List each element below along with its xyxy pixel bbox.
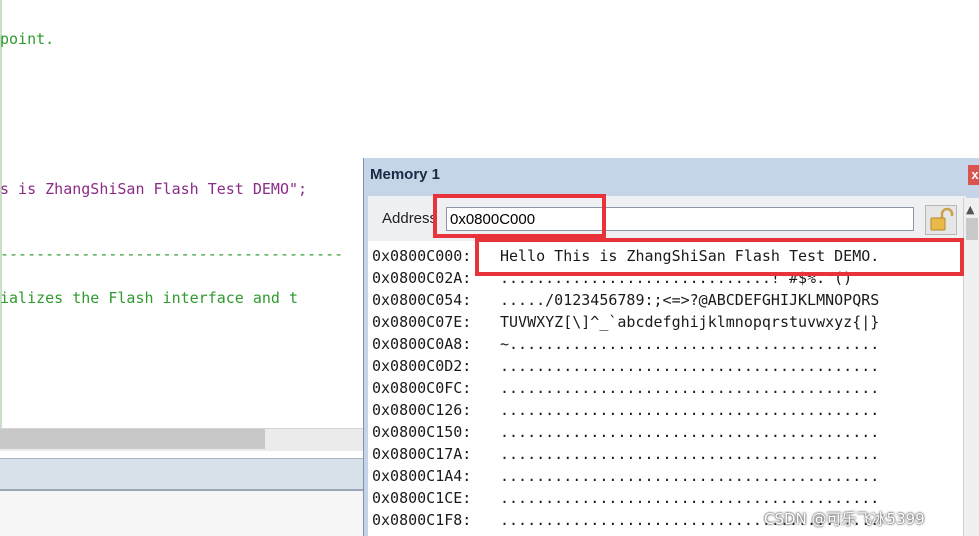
memory-row-data: ........................................… (500, 379, 880, 397)
memory-row-address: 0x0800C1F8: (372, 511, 472, 529)
memory-row: 0x0800C0A8: ~............................… (372, 335, 879, 353)
memory-row-address: 0x0800C17A: (372, 445, 472, 463)
memory-row-data: ........................................… (500, 401, 880, 419)
lock-icon (930, 207, 954, 231)
close-button[interactable]: x (968, 165, 979, 185)
memory-scroll-thumb[interactable] (966, 218, 978, 240)
scroll-up-arrow-icon[interactable]: ▲ (966, 203, 974, 216)
memory-row-address: 0x0800C0A8: (372, 335, 472, 353)
code-line: -------------------------------------- (0, 245, 344, 263)
memory-row-address: 0x0800C07E: (372, 313, 472, 331)
code-line: point. (0, 30, 55, 48)
memory-row-data: ........................................… (500, 467, 880, 485)
memory-row-data: ........................................… (500, 423, 880, 441)
code-line: ializes the Flash interface and t (0, 289, 299, 307)
address-highlight-box (433, 194, 606, 238)
memory-row: 0x0800C1CE:.............................… (372, 489, 879, 507)
memory-vertical-scrollbar[interactable] (963, 198, 979, 536)
code-line: s is ZhangShiSan Flash Test DEMO"; (0, 180, 308, 198)
memory-row: 0x0800C0D2:.............................… (372, 357, 879, 375)
memory-row-address: 0x0800C1A4: (372, 467, 472, 485)
memory-row-data: ...../0123456789:;<=>?@ABCDEFGHIJKLMNOPQ… (500, 291, 880, 309)
memory-row: 0x0800C126:.............................… (372, 401, 879, 419)
memory-row-address: 0x0800C126: (372, 401, 472, 419)
memory-row: 0x0800C07E: TUVWXYZ[\]^_`abcdefghijklmnop… (372, 313, 879, 331)
memory-row-address: 0x0800C0D2: (372, 357, 472, 375)
memory-row: 0x0800C1A4:.............................… (372, 467, 879, 485)
editor-bottom-panel-bar (0, 458, 365, 491)
memory-window-title: Memory 1 (370, 166, 441, 183)
memory-row-data: TUVWXYZ[\]^_`abcdefghijklmnopqrstuvwxyz{… (500, 313, 880, 331)
memory-row-data: ........................................… (500, 357, 880, 375)
memory-row-data: ~.......................................… (500, 335, 880, 353)
memory-content[interactable]: 0x0800C000: Hello This is ZhangShiSan Fla… (368, 241, 963, 536)
editor-bottom-panel (0, 491, 365, 536)
memory-row-data: ........................................… (500, 445, 880, 463)
memory-row-address: 0x0800C0FC: (372, 379, 472, 397)
memory-row-data: ........................................… (500, 489, 880, 507)
memory-row: 0x0800C0FC:.............................… (372, 379, 879, 397)
memory-row: 0x0800C17A:.............................… (372, 445, 879, 463)
memory-row-address: 0x0800C150: (372, 423, 472, 441)
address-label: Address (382, 210, 438, 227)
memory-row-address: 0x0800C1CE: (372, 489, 472, 507)
memory-row-address: 0x0800C054: (372, 291, 472, 309)
code-editor[interactable]: point. s is ZhangShiSan Flash Test DEMO"… (0, 0, 365, 430)
editor-scroll-thumb[interactable] (0, 429, 265, 449)
content-highlight-box (475, 238, 964, 276)
memory-row: 0x0800C150:.............................… (372, 423, 879, 441)
editor-gutter (0, 0, 2, 430)
watermark: CSDN @可乐飞冰5399 (764, 510, 925, 528)
memory-row: 0x0800C054: ...../0123456789:;<=>?@ABCDEF… (372, 291, 879, 309)
lock-button[interactable] (925, 205, 957, 235)
